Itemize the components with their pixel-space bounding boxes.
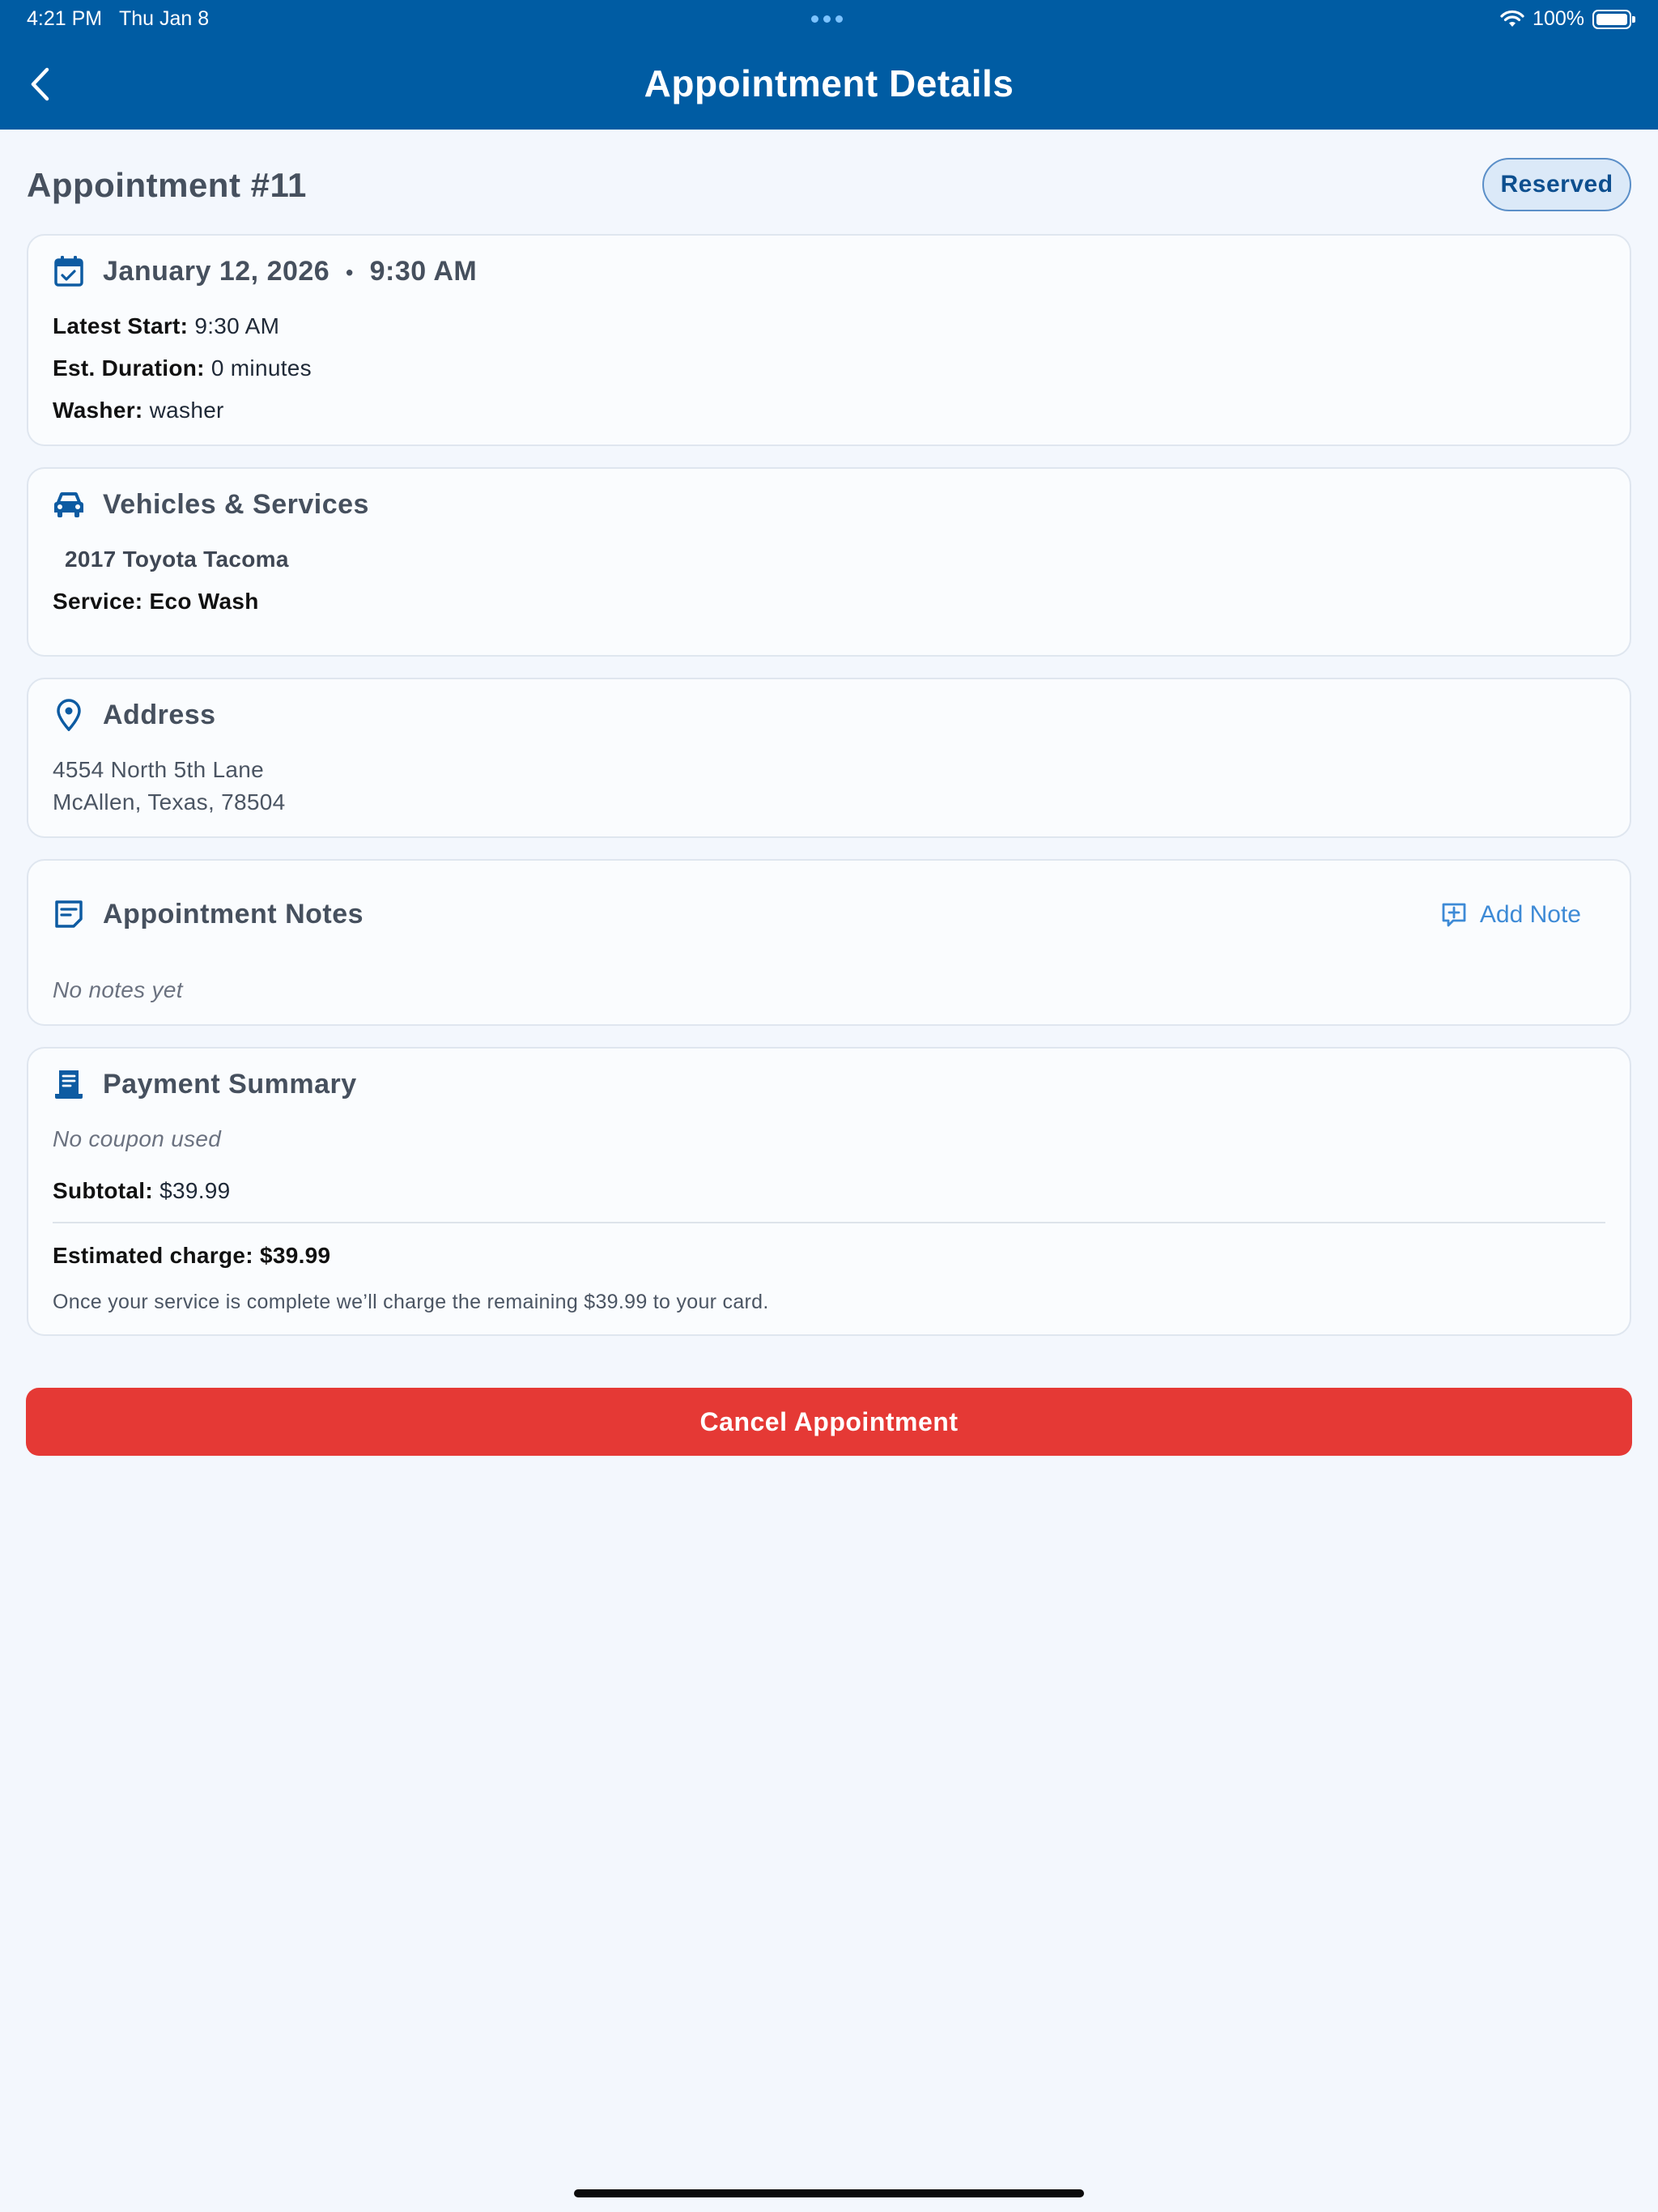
duration-value: 0 minutes <box>210 355 312 381</box>
status-clock: 4:21 PM <box>27 7 103 30</box>
receipt-icon <box>53 1068 85 1100</box>
status-time: 4:21 PM Thu Jan 8 <box>27 7 209 31</box>
appointment-title: Appointment #11 <box>27 166 307 204</box>
add-box-icon <box>1442 903 1466 927</box>
latest-start-value: 9:30 AM <box>194 313 280 338</box>
car-icon <box>53 488 85 521</box>
schedule-date: January 12, 2026 <box>103 255 330 287</box>
location-pin-icon <box>53 699 85 731</box>
cancel-appointment-button[interactable]: Cancel Appointment <box>26 1388 1632 1456</box>
vehicles-header: Vehicles & Services <box>53 488 369 521</box>
coupon-text: No coupon used <box>53 1126 222 1151</box>
washer-label: Washer: <box>53 398 143 423</box>
notes-icon <box>53 898 85 930</box>
duration-row: Est. Duration: 0 minutes <box>53 355 312 381</box>
appointment-header: Appointment #11 Reserved <box>27 158 1631 211</box>
latest-start-row: Latest Start: 9:30 AM <box>53 313 279 339</box>
vehicle-name: 2017 Toyota Tacoma <box>65 547 289 572</box>
notes-empty-text: No notes yet <box>53 977 183 1002</box>
address-line-1: 4554 North 5th Lane <box>53 757 265 782</box>
nav-title: Appointment Details <box>644 62 1014 104</box>
estimated-label: Estimated charge: <box>53 1243 253 1268</box>
schedule-datetime: January 12, 2026 • 9:30 AM <box>103 256 477 287</box>
notes-header: Appointment Notes <box>53 898 363 930</box>
vehicles-heading: Vehicles & Services <box>103 488 369 520</box>
subtotal-value: $39.99 <box>159 1178 231 1203</box>
status-indicators: 100% <box>1500 7 1635 31</box>
washer-row: Washer: washer <box>53 398 224 423</box>
schedule-card: January 12, 2026 • 9:30 AM Latest Start:… <box>27 234 1631 446</box>
status-date: Thu Jan 8 <box>118 7 210 30</box>
estimated-value: $39.99 <box>259 1243 331 1268</box>
payment-header: Payment Summary <box>53 1068 357 1100</box>
address-card: Address 4554 North 5th Lane McAllen, Tex… <box>27 678 1631 838</box>
estimated-row: Estimated charge: $39.99 <box>53 1243 330 1269</box>
payment-card: Payment Summary No coupon used Subtotal:… <box>27 1047 1631 1336</box>
subtotal-label: Subtotal: <box>53 1178 154 1203</box>
address-heading: Address <box>103 699 216 730</box>
wifi-icon <box>1500 10 1524 27</box>
address-header: Address <box>53 699 216 731</box>
battery-icon <box>1592 9 1635 29</box>
service-label: Service: <box>53 589 143 614</box>
separator-dot: • <box>346 260 354 285</box>
washer-value: washer <box>149 398 224 423</box>
battery-percent: 100% <box>1533 7 1584 30</box>
add-note-button[interactable]: Add Note <box>1441 901 1581 929</box>
latest-start-label: Latest Start: <box>53 313 189 338</box>
header-bar: 4:21 PM Thu Jan 8 100% Appointment Detai… <box>0 0 1658 130</box>
payment-heading: Payment Summary <box>103 1068 357 1100</box>
multitasking-dots-icon[interactable] <box>811 15 843 23</box>
duration-label: Est. Duration: <box>53 355 205 381</box>
status-badge: Reserved <box>1482 158 1631 211</box>
notes-card: Appointment Notes Add Note No notes yet <box>27 859 1631 1026</box>
payment-divider <box>53 1222 1605 1223</box>
schedule-header: January 12, 2026 • 9:30 AM <box>53 255 477 287</box>
subtotal-row: Subtotal: $39.99 <box>53 1178 231 1204</box>
home-indicator[interactable] <box>574 2189 1084 2197</box>
address-line-2: McAllen, Texas, 78504 <box>53 789 286 815</box>
service-row: Service: Eco Wash <box>53 589 259 615</box>
vehicles-card: Vehicles & Services 2017 Toyota Tacoma S… <box>27 467 1631 657</box>
payment-footnote: Once your service is complete we’ll char… <box>53 1291 769 1313</box>
service-value: Eco Wash <box>149 589 259 614</box>
calendar-check-icon <box>53 255 85 287</box>
notes-heading: Appointment Notes <box>103 898 364 929</box>
schedule-time: 9:30 AM <box>369 255 478 287</box>
add-note-label: Add Note <box>1479 901 1581 928</box>
